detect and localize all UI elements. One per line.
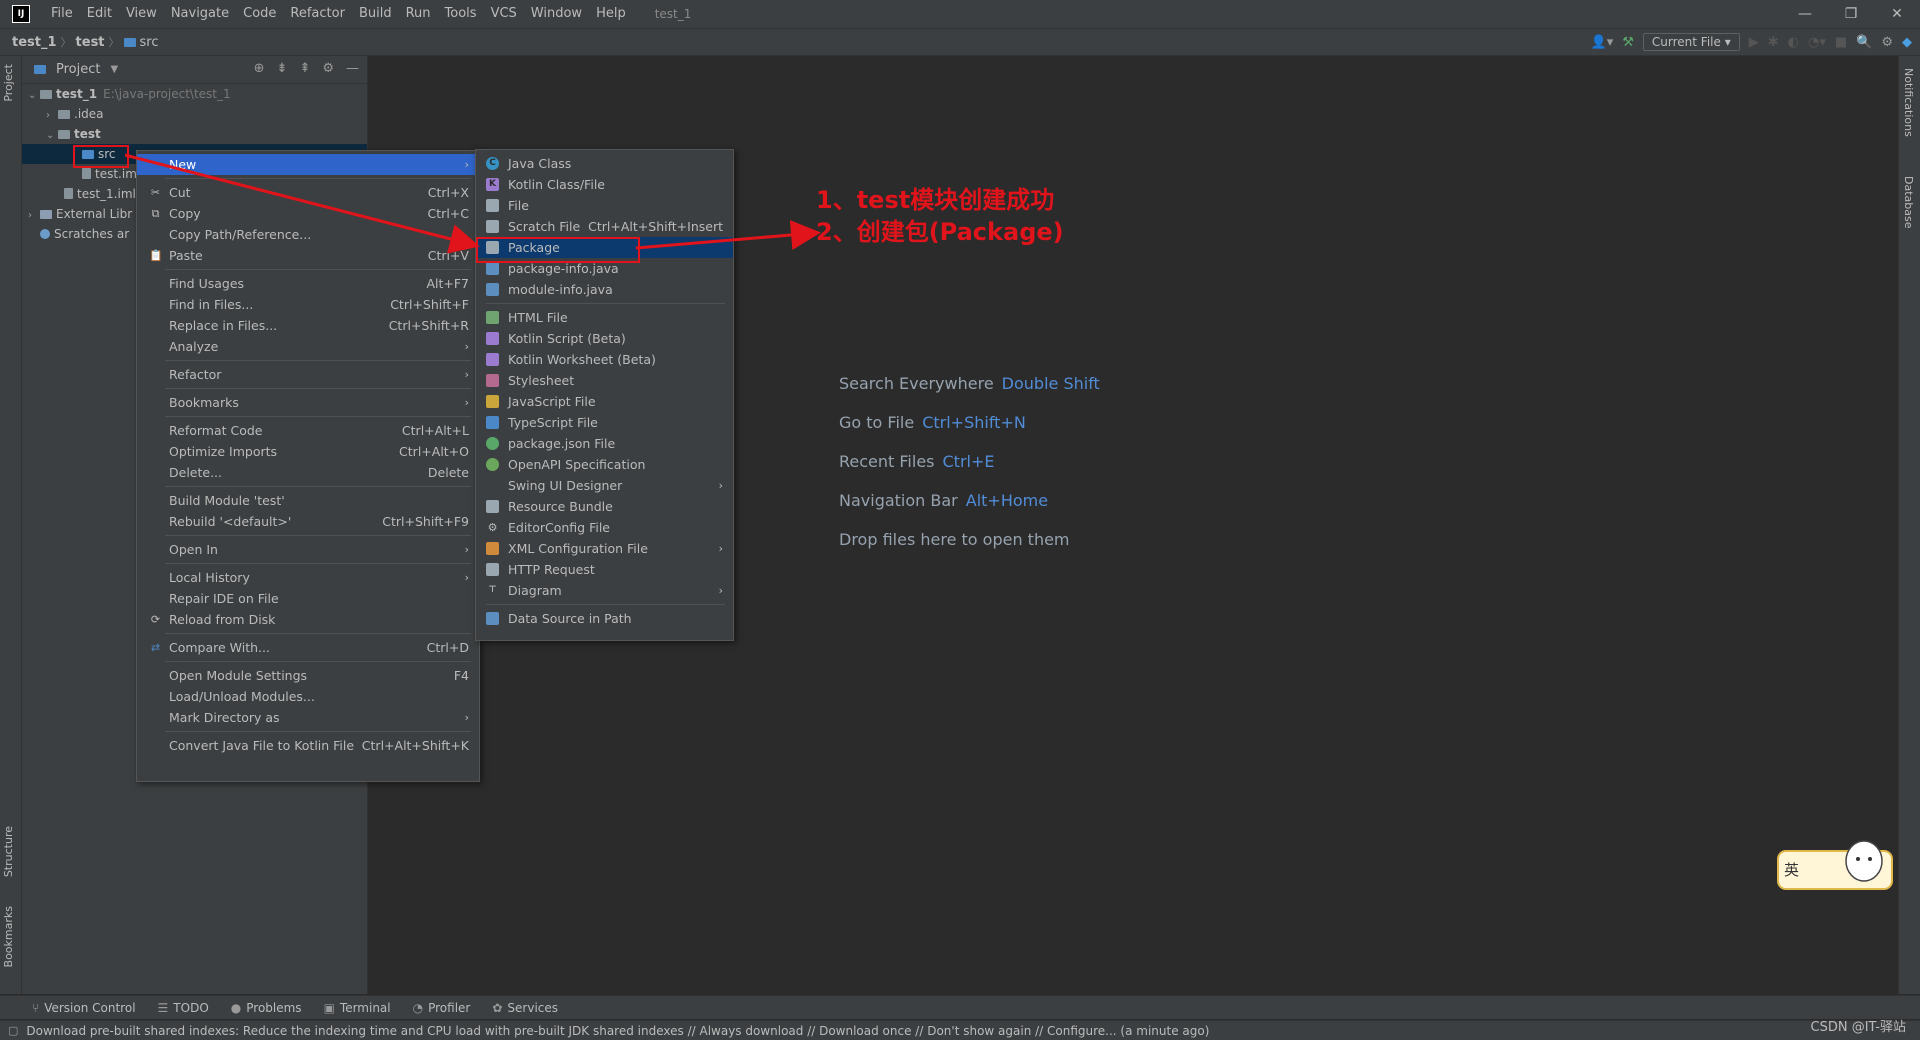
tool-window-bar: ⑂ Version Control ☰ TODO ● Problems ▣ Termin… <box>0 995 1920 1019</box>
terminal-icon: ▣ <box>323 1000 335 1015</box>
status-window-icon[interactable]: ▢ <box>8 1024 18 1037</box>
tool-terminal[interactable]: ▣ Terminal <box>324 1001 391 1015</box>
services-icon: ✿ <box>492 1000 503 1015</box>
status-bar: ▢ Download pre-built shared indexes: Red… <box>0 1020 1920 1040</box>
tool-profiler[interactable]: ◔ Profiler <box>413 1001 471 1015</box>
status-message[interactable]: Download pre-built shared indexes: Reduc… <box>26 1024 1209 1038</box>
annotation-step-1: 1、test模块创建成功 <box>816 186 1055 214</box>
watermark: CSDN @IT-驿站 <box>1810 1020 1906 1035</box>
tool-problems[interactable]: ● Problems <box>231 1001 302 1015</box>
tool-version-control[interactable]: ⑂ Version Control <box>32 1001 136 1015</box>
list-icon: ☰ <box>157 1000 169 1015</box>
branch-icon: ⑂ <box>32 1000 40 1015</box>
tool-todo[interactable]: ☰ TODO <box>158 1001 209 1015</box>
annotation-arrows <box>124 153 821 254</box>
annotation-step-2: 2、创建包(Package) <box>816 218 1064 246</box>
info-icon: ● <box>230 1000 242 1015</box>
sticker-text: 英 <box>1784 861 1800 879</box>
tool-services[interactable]: ✿ Services <box>492 1001 558 1015</box>
profiler-icon: ◔ <box>412 1000 424 1015</box>
ime-sticker: 英 <box>1776 835 1896 893</box>
